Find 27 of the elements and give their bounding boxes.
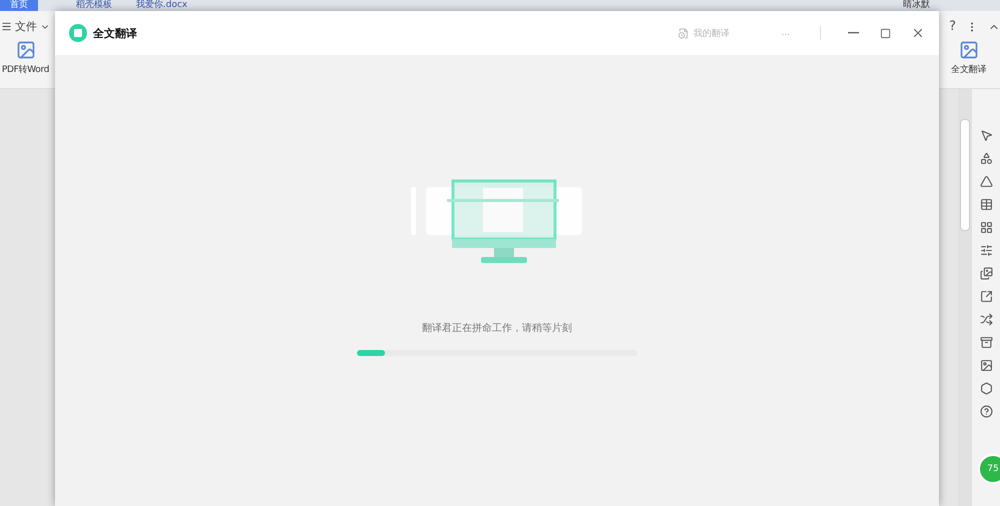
table-icon[interactable]: [980, 198, 992, 211]
minimize-icon: [848, 32, 859, 34]
images-icon[interactable]: [980, 267, 992, 280]
shuffle-icon[interactable]: [980, 313, 992, 326]
menu-icon: [1, 21, 12, 32]
scrollbar[interactable]: [958, 89, 972, 506]
image-icon[interactable]: [980, 359, 992, 372]
pointer-icon[interactable]: [980, 129, 992, 142]
share-icon[interactable]: [980, 290, 992, 303]
pdf-to-word-button[interactable]: PDF转Word: [1, 40, 50, 76]
app-logo-icon: [69, 24, 87, 42]
full-translate-button[interactable]: 全文翻译: [951, 40, 986, 76]
sliders-icon[interactable]: [980, 244, 992, 257]
dialog-title: 全文翻译: [93, 26, 137, 40]
document-tab[interactable]: 首页: [0, 0, 38, 11]
help-button[interactable]: ?: [949, 19, 956, 34]
maximize-icon: [880, 28, 891, 38]
status-text: 翻译君正在拼命工作，请稍等片刻: [422, 322, 572, 335]
help-icon[interactable]: [980, 405, 992, 418]
hexagon-icon[interactable]: [980, 382, 992, 395]
close-icon: [911, 26, 925, 40]
file-clock-icon: [678, 28, 690, 38]
triangle-icon[interactable]: [980, 175, 992, 188]
file-menu[interactable]: 文件: [1, 19, 50, 34]
grid-icon[interactable]: [980, 221, 992, 234]
archive-icon[interactable]: [980, 336, 992, 349]
shapes-icon[interactable]: [980, 152, 992, 165]
